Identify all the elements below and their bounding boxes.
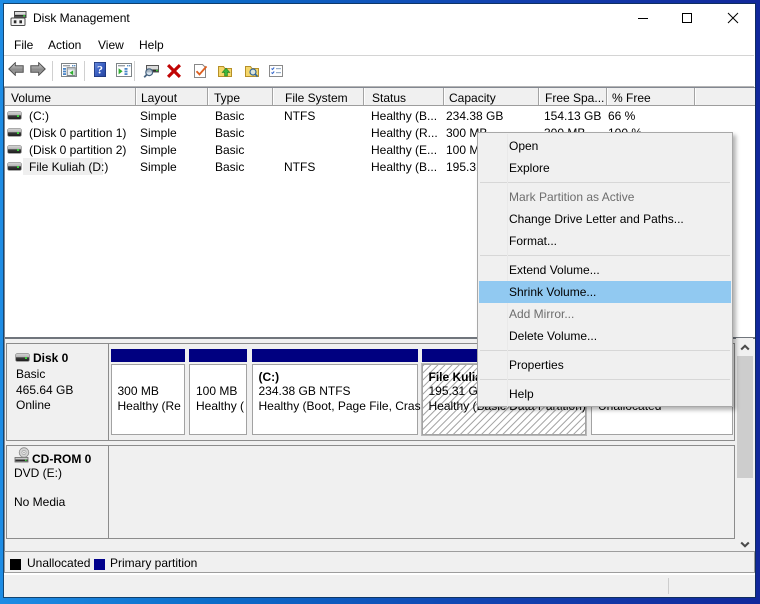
svg-text:?: ? xyxy=(97,63,103,77)
